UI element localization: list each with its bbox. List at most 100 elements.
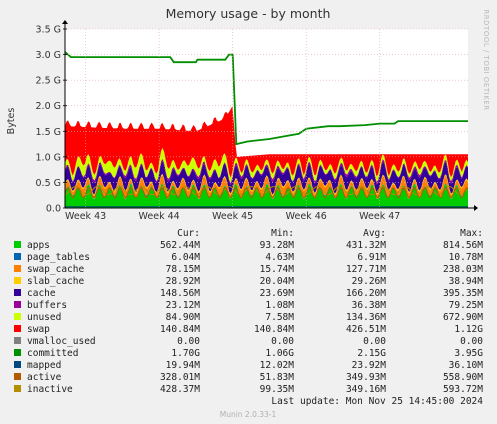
legend-value: 93.28M <box>260 240 295 251</box>
legend-value: 20.04M <box>260 276 295 287</box>
y-tick-label: 3.5 G <box>36 25 62 36</box>
legend-value: 36.10M <box>449 360 484 371</box>
legend-swatch-page_tables <box>14 253 21 260</box>
legend-value: 23.92M <box>352 360 387 371</box>
legend-swatch-apps <box>14 241 21 248</box>
x-axis-arrow <box>474 205 478 211</box>
legend-value: 395.35M <box>443 288 483 299</box>
y-tick-label: 0.0 <box>46 204 61 215</box>
legend-value: 1.06G <box>265 348 294 359</box>
legend-value: 23.12M <box>166 300 201 311</box>
legend-label-buffers: buffers <box>27 300 67 311</box>
legend-value: 1.08M <box>265 300 294 311</box>
legend-value: 12.02M <box>260 360 295 371</box>
legend-swatch-unused <box>14 313 21 320</box>
legend-value: 19.94M <box>166 360 201 371</box>
legend-value: 15.74M <box>260 264 295 275</box>
legend-value: 426.51M <box>346 324 386 335</box>
y-tick-label: 2.0 G <box>36 101 62 112</box>
legend-value: 238.03M <box>443 264 483 275</box>
x-tick-label: Week 44 <box>139 211 180 222</box>
legend-swatch-swap_cache <box>14 265 21 272</box>
legend-label-inactive: inactive <box>27 384 73 395</box>
legend-value: 349.93M <box>346 372 386 383</box>
legend-value: 1.12G <box>454 324 483 335</box>
legend-header: Cur: <box>177 228 200 239</box>
legend-label-unused: unused <box>27 312 61 323</box>
legend-value: 349.16M <box>346 384 386 395</box>
legend-value: 51.83M <box>260 372 295 383</box>
legend-swatch-inactive <box>14 385 21 392</box>
legend-value: 140.84M <box>160 324 200 335</box>
legend-label-apps: apps <box>27 240 50 251</box>
legend-value: 562.44M <box>160 240 200 251</box>
legend-value: 23.69M <box>260 288 295 299</box>
y-tick-label: 1.0 G <box>36 152 62 163</box>
legend-value: 166.20M <box>346 288 386 299</box>
chart-title: Memory usage - by month <box>166 6 331 21</box>
legend-label-vmalloc_used: vmalloc_used <box>27 336 96 347</box>
legend-header: Max: <box>460 228 483 239</box>
legend-swatch-committed <box>14 349 21 356</box>
legend-value: 84.90M <box>166 312 201 323</box>
legend-value: 428.37M <box>160 384 200 395</box>
rrdtool-credit: RRDTOOL / TOBI OETIKER <box>482 9 490 110</box>
legend-value: 1.70G <box>171 348 200 359</box>
legend-value: 0.00 <box>363 336 386 347</box>
legend-swatch-cache <box>14 289 21 296</box>
legend-value: 6.91M <box>357 252 386 263</box>
x-tick-label: Week 43 <box>65 211 106 222</box>
legend-value: 148.56M <box>160 288 200 299</box>
x-tick-label: Week 45 <box>212 211 253 222</box>
legend-label-mapped: mapped <box>27 360 61 371</box>
legend-label-active: active <box>27 372 62 383</box>
legend-swatch-buffers <box>14 301 21 308</box>
y-axis-label: Bytes <box>6 108 17 135</box>
legend-header: Min: <box>271 228 294 239</box>
legend-value: 29.26M <box>352 276 387 287</box>
x-tick-label: Week 47 <box>359 211 400 222</box>
y-tick-label: 1.5 G <box>36 127 62 138</box>
legend-value: 558.90M <box>443 372 483 383</box>
legend-value: 2.15G <box>357 348 386 359</box>
legend-swatch-slab_cache <box>14 277 21 284</box>
legend-value: 0.00 <box>177 336 200 347</box>
plot-area <box>64 29 469 208</box>
legend-value: 7.58M <box>265 312 294 323</box>
last-update-text: Last update: Mon Nov 25 14:45:00 2024 <box>271 396 483 407</box>
legend-label-slab_cache: slab_cache <box>27 276 84 287</box>
legend-swatch-mapped <box>14 361 21 368</box>
y-tick-label: 3.0 G <box>36 50 62 61</box>
legend-label-committed: committed <box>27 348 78 359</box>
memory-graph: Memory usage - by month Bytes RRDTOOL / … <box>0 0 497 424</box>
y-axis-arrow <box>62 20 68 24</box>
legend-label-swap: swap <box>27 324 50 335</box>
legend: Cur: Min: Avg: Max: apps 562.44M 93.28M 431.32M… <box>14 228 483 395</box>
legend-value: 672.90M <box>443 312 483 323</box>
legend-value: 79.25M <box>449 300 484 311</box>
legend-value: 0.00 <box>271 336 294 347</box>
legend-swatch-active <box>14 373 21 380</box>
x-tick-label: Week 46 <box>286 211 327 222</box>
memory-usage-chart: Memory usage - by month Bytes RRDTOOL / … <box>6 6 490 419</box>
legend-value: 99.35M <box>260 384 295 395</box>
legend-value: 0.00 <box>460 336 483 347</box>
legend-value: 814.56M <box>443 240 483 251</box>
legend-value: 36.38M <box>352 300 387 311</box>
legend-value: 38.94M <box>449 276 484 287</box>
legend-value: 4.63M <box>265 252 294 263</box>
munin-version: Munin 2.0.33-1 <box>220 410 277 419</box>
legend-swatch-swap <box>14 325 21 332</box>
legend-value: 28.92M <box>166 276 201 287</box>
legend-value: 10.78M <box>449 252 484 263</box>
legend-value: 431.32M <box>346 240 386 251</box>
legend-label-swap_cache: swap_cache <box>27 264 84 275</box>
legend-value: 3.95G <box>454 348 483 359</box>
legend-value: 140.84M <box>254 324 294 335</box>
legend-label-cache: cache <box>27 288 56 299</box>
y-tick-label: 2.5 G <box>36 76 62 87</box>
legend-swatch-vmalloc_used <box>14 337 21 344</box>
legend-value: 78.15M <box>166 264 201 275</box>
legend-value: 328.01M <box>160 372 200 383</box>
legend-label-page_tables: page_tables <box>27 252 90 263</box>
